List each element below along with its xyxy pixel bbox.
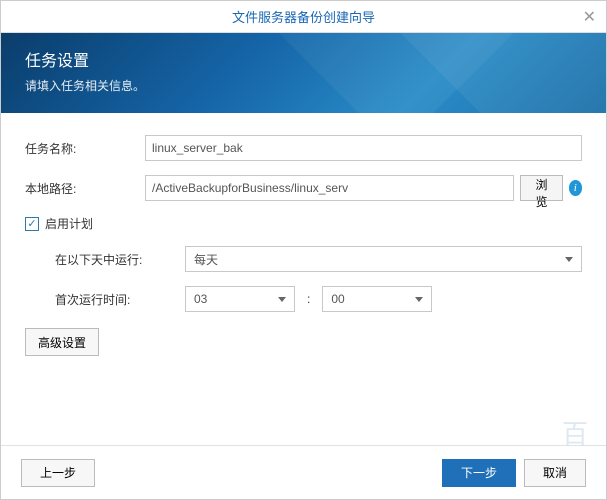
row-enable-schedule[interactable]: ✓ 启用计划 (25, 215, 582, 232)
dialog-title: 文件服务器备份创建向导 (232, 7, 375, 26)
banner-heading: 任务设置 (25, 47, 582, 71)
banner-subtitle: 请填入任务相关信息。 (25, 77, 582, 94)
first-run-label: 首次运行时间: (55, 291, 185, 308)
chevron-down-icon (415, 297, 423, 302)
form-area: 任务名称: 本地路径: 浏览 i ✓ 启用计划 在以下天中运行: 每天 (1, 113, 606, 445)
wizard-dialog: 文件服务器备份创建向导 ✕ 任务设置 请填入任务相关信息。 任务名称: 本地路径… (0, 0, 607, 500)
minute-value: 00 (331, 292, 344, 306)
banner: 任务设置 请填入任务相关信息。 (1, 33, 606, 113)
row-first-run: 首次运行时间: 03 : 00 (25, 286, 582, 312)
local-path-label: 本地路径: (25, 180, 145, 197)
row-run-days: 在以下天中运行: 每天 (25, 246, 582, 272)
row-task-name: 任务名称: (25, 135, 582, 161)
footer: 上一步 下一步 取消 (1, 445, 606, 499)
hour-select[interactable]: 03 (185, 286, 295, 312)
close-icon[interactable]: ✕ (583, 7, 596, 27)
task-name-input[interactable] (145, 135, 582, 161)
run-days-value: 每天 (194, 251, 218, 268)
title-bar: 文件服务器备份创建向导 ✕ (1, 1, 606, 33)
run-days-label: 在以下天中运行: (55, 251, 185, 268)
advanced-settings-button[interactable]: 高级设置 (25, 328, 99, 356)
chevron-down-icon (278, 297, 286, 302)
time-colon: : (307, 292, 310, 306)
cancel-button[interactable]: 取消 (524, 459, 586, 487)
checkbox-icon[interactable]: ✓ (25, 217, 39, 231)
info-icon[interactable]: i (569, 180, 582, 196)
next-button[interactable]: 下一步 (442, 459, 516, 487)
back-button[interactable]: 上一步 (21, 459, 95, 487)
browse-button[interactable]: 浏览 (520, 175, 562, 201)
row-local-path: 本地路径: 浏览 i (25, 175, 582, 201)
run-days-select[interactable]: 每天 (185, 246, 582, 272)
local-path-input[interactable] (145, 175, 514, 201)
enable-schedule-label: 启用计划 (45, 215, 93, 232)
hour-value: 03 (194, 292, 207, 306)
task-name-label: 任务名称: (25, 140, 145, 157)
minute-select[interactable]: 00 (322, 286, 432, 312)
chevron-down-icon (565, 257, 573, 262)
